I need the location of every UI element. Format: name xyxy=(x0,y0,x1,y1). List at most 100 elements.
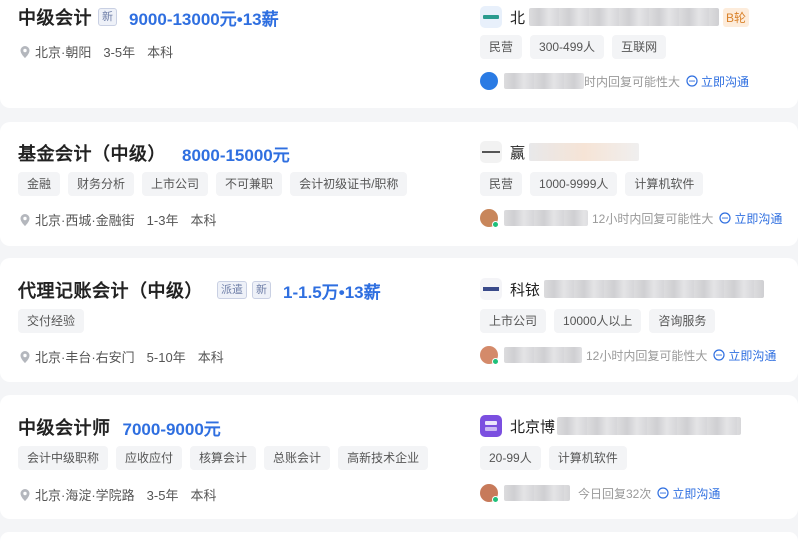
education-text: 本科 xyxy=(190,488,217,503)
company-tags: 上市公司 10000人以上 咨询服务 xyxy=(480,309,716,333)
company-tag: 1000-9999人 xyxy=(530,172,618,196)
location-pin-icon xyxy=(20,45,30,58)
experience-text: 1-3年 xyxy=(146,213,179,228)
company-logo xyxy=(480,415,502,437)
company-tag: 计算机软件 xyxy=(548,446,627,470)
skill-tag: 核算会计 xyxy=(190,446,257,470)
location-row: 北京·丰台·右安门 5-10年 本科 xyxy=(18,347,224,366)
company-logo xyxy=(480,278,502,300)
company-name-redacted xyxy=(529,143,640,161)
company-tag: 民营 xyxy=(480,35,523,59)
location-text: 北京·海淀·学院路 xyxy=(35,488,135,503)
chat-now-label: 立即沟通 xyxy=(701,74,750,89)
company-row[interactable]: 北京博 xyxy=(480,413,742,439)
chat-now-button[interactable]: 立即沟通 xyxy=(713,347,776,364)
company-row[interactable]: 科铱 xyxy=(480,276,765,302)
salary: 1-1.5万•13薪 xyxy=(283,282,381,302)
salary: 8000-15000元 xyxy=(182,145,290,165)
funding-round-badge: B轮 xyxy=(723,7,750,27)
company-logo xyxy=(480,6,502,28)
location-text: 北京·西城·金融街 xyxy=(35,213,135,228)
experience-text: 3-5年 xyxy=(146,488,179,503)
company-tag: 计算机软件 xyxy=(625,172,704,196)
company-name[interactable]: 北京博 xyxy=(510,416,555,437)
skill-tag: 财务分析 xyxy=(68,172,135,196)
company-tag: 民营 xyxy=(480,172,523,196)
online-status-dot xyxy=(492,358,499,365)
skill-tag: 不可兼职 xyxy=(216,172,283,196)
job-title-row: 基金会计（中级） 8000-15000元 xyxy=(18,140,290,166)
job-title[interactable]: 基金会计（中级） xyxy=(18,140,166,166)
location-row: 北京·西城·金融街 1-3年 本科 xyxy=(18,210,216,229)
company-tags: 20-99人 计算机软件 xyxy=(480,446,627,470)
skill-tag: 会计中级职称 xyxy=(18,446,109,470)
recruiter-name-redacted xyxy=(504,347,582,363)
company-name-redacted xyxy=(529,8,720,26)
chat-icon xyxy=(686,75,698,87)
chat-now-label: 立即沟通 xyxy=(672,486,721,501)
company-logo xyxy=(480,141,502,163)
recruiter-avatar xyxy=(480,484,499,503)
dispatch-badge: 派遣 xyxy=(217,281,247,299)
company-name[interactable]: 科铱 xyxy=(510,279,540,300)
online-status-dot xyxy=(492,221,499,228)
education-text: 本科 xyxy=(197,350,224,365)
new-badge: 新 xyxy=(98,8,117,26)
location-text: 北京·朝阳 xyxy=(35,45,92,60)
recruiter-row: 今日回复32次 立即沟通 xyxy=(480,484,720,503)
job-title[interactable]: 中级会计师 xyxy=(18,414,111,440)
company-tags: 民营 300-499人 互联网 xyxy=(480,35,667,59)
chat-now-button[interactable]: 立即沟通 xyxy=(719,210,782,227)
company-tags: 民营 1000-9999人 计算机软件 xyxy=(480,172,704,196)
chat-icon xyxy=(657,487,669,499)
experience-text: 5-10年 xyxy=(146,350,186,365)
recruiter-row: 12小时内回复可能性大 立即沟通 xyxy=(480,209,782,228)
skill-tags: 交付经验 xyxy=(18,309,85,333)
job-title-row: 中级会计师 7000-9000元 xyxy=(18,414,221,440)
chat-now-button[interactable]: 立即沟通 xyxy=(686,73,749,90)
skill-tag: 总账会计 xyxy=(264,446,331,470)
company-row[interactable]: 赢 xyxy=(480,139,640,165)
reply-rate-text: 时内回复可能性大 xyxy=(584,74,681,89)
company-tag: 300-499人 xyxy=(530,35,605,59)
job-card[interactable]: 基金会计（中级） 8000-15000元 金融 财务分析 上市公司 不可兼职 会… xyxy=(0,122,798,246)
reply-rate-text: 12小时内回复可能性大 xyxy=(592,211,714,226)
skill-tag: 金融 xyxy=(18,172,61,196)
job-card[interactable]: 中级会计师 7000-9000元 会计中级职称 应收应付 核算会计 总账会计 高… xyxy=(0,395,798,519)
skill-tags: 会计中级职称 应收应付 核算会计 总账会计 高新技术企业 xyxy=(18,446,429,470)
skill-tag: 应收应付 xyxy=(116,446,183,470)
recruiter-avatar xyxy=(480,209,499,228)
recruiter-avatar xyxy=(480,72,498,90)
job-card[interactable]: 代理记账会计（中级） 派遣 新 1-1.5万•13薪 交付经验 北京·丰台·右安… xyxy=(0,258,798,382)
company-name-redacted xyxy=(557,417,742,435)
job-card[interactable]: 中级会计 新 9000-13000元•13薪 北京·朝阳 3-5年 本科 北 B… xyxy=(0,0,798,108)
location-pin-icon xyxy=(20,488,30,501)
education-text: 本科 xyxy=(147,45,174,60)
company-name-redacted xyxy=(544,280,765,298)
skill-tag: 交付经验 xyxy=(18,309,85,333)
company-name[interactable]: 赢 xyxy=(510,142,525,163)
chat-now-button[interactable]: 立即沟通 xyxy=(657,485,720,502)
company-tag: 上市公司 xyxy=(480,309,547,333)
chat-now-label: 立即沟通 xyxy=(734,211,783,226)
job-card[interactable] xyxy=(0,532,798,541)
recruiter-name-redacted xyxy=(504,485,570,501)
new-badge: 新 xyxy=(252,281,271,299)
job-title[interactable]: 中级会计 xyxy=(18,4,92,30)
online-status-dot xyxy=(492,496,499,503)
recruiter-row: 时内回复可能性大 立即沟通 xyxy=(480,72,749,90)
company-tag: 咨询服务 xyxy=(649,309,716,333)
experience-text: 3-5年 xyxy=(103,45,136,60)
skill-tags: 金融 财务分析 上市公司 不可兼职 会计初级证书/职称 xyxy=(18,172,408,196)
recruiter-name-redacted xyxy=(504,210,588,226)
salary: 7000-9000元 xyxy=(122,419,221,439)
reply-rate-text: 今日回复32次 xyxy=(578,486,652,501)
job-title-row: 中级会计 新 9000-13000元•13薪 xyxy=(18,4,279,30)
location-row: 北京·朝阳 3-5年 本科 xyxy=(18,42,173,61)
location-pin-icon xyxy=(20,213,30,226)
company-row[interactable]: 北 B轮 xyxy=(480,4,750,30)
company-name[interactable]: 北 xyxy=(510,7,525,28)
recruiter-name-redacted xyxy=(504,73,584,89)
recruiter-row: 12小时内回复可能性大 立即沟通 xyxy=(480,346,776,365)
job-title[interactable]: 代理记账会计（中级） xyxy=(18,277,203,303)
